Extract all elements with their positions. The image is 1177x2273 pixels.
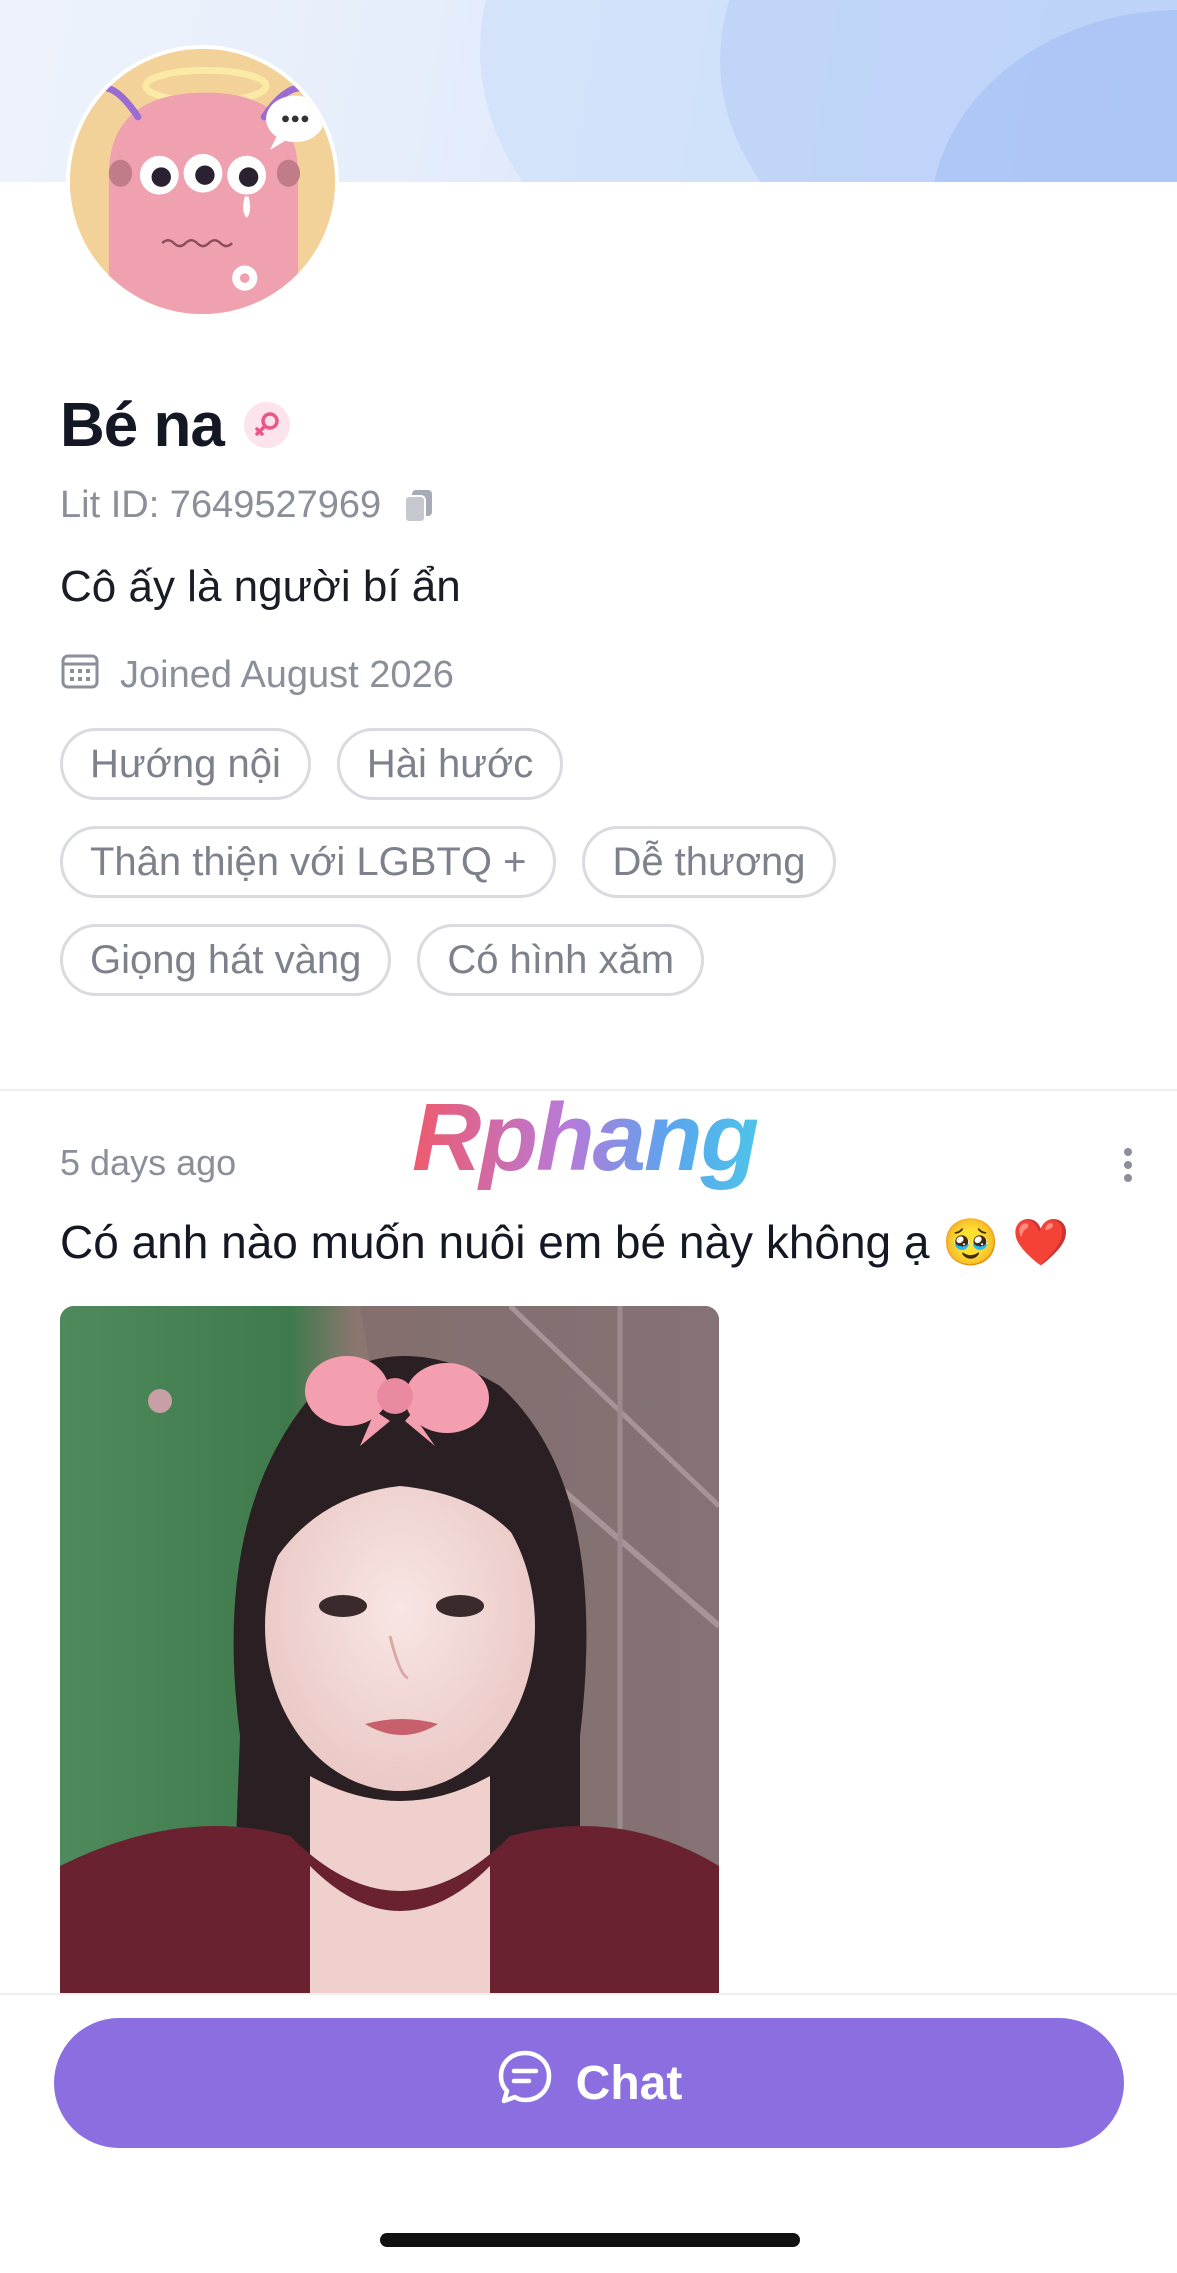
interest-tag[interactable]: Hướng nội [60,728,311,800]
chat-button-label: Chat [575,2056,683,2110]
chat-icon [496,2048,554,2118]
avatar[interactable] [66,45,339,318]
post-caption: Có anh nào muốn nuôi em bé này không ạ 🥹… [60,1216,1070,1268]
tag-row: Hướng nội Hài hước [60,728,1120,800]
watermark-logo: Rphang [412,1084,759,1191]
more-dot [1124,1161,1132,1169]
interest-tag[interactable]: Hài hước [336,728,564,800]
more-dot [1124,1148,1132,1156]
interest-tag[interactable]: Có hình xăm [417,924,705,996]
lit-id: Lit ID: 7649527969 [60,484,382,526]
name-row: Bé na [60,385,290,465]
home-indicator [380,2233,800,2247]
selfie-photo [60,1306,719,1996]
copy-icon[interactable] [403,488,435,524]
lit-id-row: Lit ID: 7649527969 [60,484,435,527]
tag-row: Thân thiện với LGBTQ + Dễ thương [60,826,1120,898]
bio-text: Cô ấy là người bí ẩn [60,562,461,611]
joined-row: Joined August 2026 [60,650,454,700]
avatar-monster-illustration [70,49,335,314]
joined-date: Joined August 2026 [120,653,454,696]
more-dot [1124,1174,1132,1182]
chat-button[interactable]: Chat [54,2018,1124,2148]
interest-tag[interactable]: Thân thiện với LGBTQ + [60,826,557,898]
post-timestamp: 5 days ago [60,1142,237,1183]
interest-tags: Hướng nội Hài hước Thân thiện với LGBTQ … [60,728,1120,1022]
interest-tag[interactable]: Dễ thương [582,826,836,898]
more-options-icon[interactable] [1120,1148,1136,1182]
female-icon [243,402,290,448]
tag-row: Giọng hát vàng Có hình xăm [60,924,1120,996]
calendar-icon [60,650,100,700]
interest-tag[interactable]: Giọng hát vàng [60,924,392,996]
profile-name: Bé na [60,390,225,460]
post-photo[interactable] [60,1306,719,1996]
